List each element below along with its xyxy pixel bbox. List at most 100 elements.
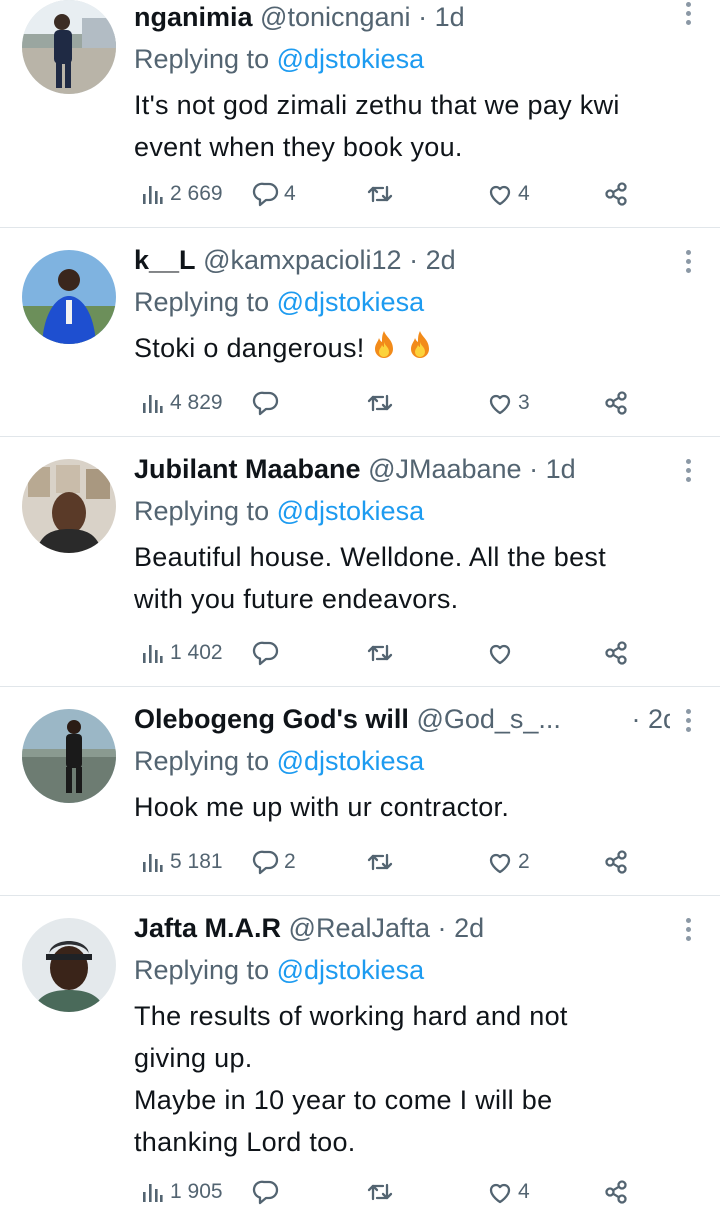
views-icon xyxy=(143,645,163,663)
reply-button[interactable]: 4 xyxy=(252,178,296,210)
tweet-text-line: Hook me up with ur contractor. xyxy=(134,792,510,822)
share-button[interactable] xyxy=(602,637,630,669)
tweet[interactable]: Olebogeng God's will @God_s_... · 2d Rep… xyxy=(0,687,720,896)
retweet-button[interactable] xyxy=(366,1176,398,1208)
reply-button[interactable] xyxy=(252,637,284,669)
tweet-header: nganimia @tonicngani · 1d xyxy=(134,0,670,34)
tweet-actions: 5 181 2 2 xyxy=(134,846,634,878)
display-name[interactable]: Jafta M.A.R xyxy=(134,913,281,943)
mention-link[interactable]: @djstokiesa xyxy=(277,955,424,985)
user-handle[interactable]: @JMaabane xyxy=(368,454,522,484)
replying-to-label: Replying to xyxy=(134,746,270,776)
like-button[interactable]: 2 xyxy=(486,846,530,878)
more-options-icon[interactable] xyxy=(684,709,692,739)
like-button[interactable]: 3 xyxy=(486,387,530,419)
tweet-text: It's not god zimali zethu that we pay kw… xyxy=(134,84,670,168)
tweet-text-line: The results of working hard and not xyxy=(134,1001,568,1031)
views-button[interactable]: 1 905 xyxy=(138,1176,223,1208)
share-button[interactable] xyxy=(602,178,630,210)
retweet-icon xyxy=(367,644,393,662)
views-count: 4 829 xyxy=(170,391,223,414)
mention-link[interactable]: @djstokiesa xyxy=(277,44,424,74)
fire-emoji xyxy=(410,331,429,358)
share-button[interactable] xyxy=(602,387,630,419)
like-count: 2 xyxy=(518,850,530,873)
user-handle[interactable]: @God_s_... xyxy=(416,704,560,734)
more-options-icon[interactable] xyxy=(684,250,692,280)
mention-link[interactable]: @djstokiesa xyxy=(277,287,424,317)
user-handle[interactable]: @kamxpacioli12 xyxy=(203,245,402,275)
views-button[interactable]: 1 402 xyxy=(138,637,223,669)
avatar[interactable] xyxy=(22,250,116,344)
reply-icon xyxy=(252,641,279,666)
like-icon xyxy=(489,644,511,665)
timestamp[interactable]: 1d xyxy=(435,2,465,32)
avatar[interactable] xyxy=(22,459,116,553)
display-name[interactable]: k__L xyxy=(134,245,196,275)
views-icon xyxy=(143,1184,163,1202)
replying-to: Replying to @djstokiesa xyxy=(134,42,670,76)
reply-icon xyxy=(252,1180,279,1205)
timestamp[interactable]: 2d xyxy=(454,913,484,943)
more-options-icon[interactable] xyxy=(684,459,692,489)
share-button[interactable] xyxy=(602,846,630,878)
tweet-content: Jubilant Maabane @JMaabane · 1d Replying… xyxy=(134,452,670,620)
replying-to-label: Replying to xyxy=(134,496,270,526)
reply-button[interactable] xyxy=(252,387,284,419)
retweet-button[interactable] xyxy=(366,387,398,419)
like-icon xyxy=(489,394,511,415)
reply-feed: nganimia @tonicngani · 1d Replying to @d… xyxy=(0,0,720,1220)
retweet-button[interactable] xyxy=(366,178,398,210)
timestamp[interactable]: · 2d xyxy=(631,702,670,736)
timestamp[interactable]: 1d xyxy=(546,454,576,484)
like-count: 4 xyxy=(518,1180,530,1203)
views-button[interactable]: 4 829 xyxy=(138,387,223,419)
like-button[interactable] xyxy=(486,637,518,669)
views-icon xyxy=(143,854,163,872)
reply-count: 4 xyxy=(284,182,296,205)
timestamp[interactable]: 2d xyxy=(426,245,456,275)
retweet-button[interactable] xyxy=(366,637,398,669)
views-button[interactable]: 5 181 xyxy=(138,846,223,878)
like-button[interactable]: 4 xyxy=(486,1176,530,1208)
share-button[interactable] xyxy=(602,1176,630,1208)
share-icon xyxy=(605,391,627,415)
retweet-icon xyxy=(367,853,393,871)
user-handle[interactable]: @RealJafta xyxy=(289,913,430,943)
separator: · xyxy=(409,245,419,275)
reply-button[interactable] xyxy=(252,1176,284,1208)
tweet[interactable]: Jafta M.A.R @RealJafta · 2d Replying to … xyxy=(0,896,720,1220)
views-button[interactable]: 2 669 xyxy=(138,178,223,210)
avatar[interactable] xyxy=(22,918,116,1012)
mention-link[interactable]: @djstokiesa xyxy=(277,746,424,776)
tweet[interactable]: Jubilant Maabane @JMaabane · 1d Replying… xyxy=(0,437,720,687)
tweet[interactable]: k__L @kamxpacioli12 · 2d Replying to @dj… xyxy=(0,228,720,437)
display-name[interactable]: Jubilant Maabane xyxy=(134,454,361,484)
more-options-icon[interactable] xyxy=(684,918,692,948)
share-icon xyxy=(605,182,627,206)
tweet-content: Olebogeng God's will @God_s_... · 2d Rep… xyxy=(134,702,670,828)
like-button[interactable]: 4 xyxy=(486,178,530,210)
mention-link[interactable]: @djstokiesa xyxy=(277,496,424,526)
reply-button[interactable]: 2 xyxy=(252,846,296,878)
retweet-icon xyxy=(367,185,393,203)
share-icon xyxy=(605,1180,627,1204)
user-handle[interactable]: @tonicngani xyxy=(260,2,411,32)
views-icon xyxy=(143,186,163,204)
separator: · xyxy=(418,2,428,32)
like-icon xyxy=(489,853,511,874)
tweet[interactable]: nganimia @tonicngani · 1d Replying to @d… xyxy=(0,0,720,228)
separator: · xyxy=(437,913,447,943)
more-options-icon[interactable] xyxy=(684,2,692,32)
like-icon xyxy=(489,185,511,206)
avatar[interactable] xyxy=(22,0,116,94)
retweet-button[interactable] xyxy=(366,846,398,878)
display-name[interactable]: Olebogeng God's will xyxy=(134,704,409,734)
replying-to: Replying to @djstokiesa xyxy=(134,285,670,319)
avatar[interactable] xyxy=(22,709,116,803)
tweet-text: Hook me up with ur contractor. xyxy=(134,786,670,828)
display-name[interactable]: nganimia xyxy=(134,2,253,32)
tweet-header: Jafta M.A.R @RealJafta · 2d xyxy=(134,911,670,945)
tweet-text-line: Stoki o dangerous! xyxy=(134,327,670,369)
tweet-header: Olebogeng God's will @God_s_... · 2d xyxy=(134,702,670,736)
